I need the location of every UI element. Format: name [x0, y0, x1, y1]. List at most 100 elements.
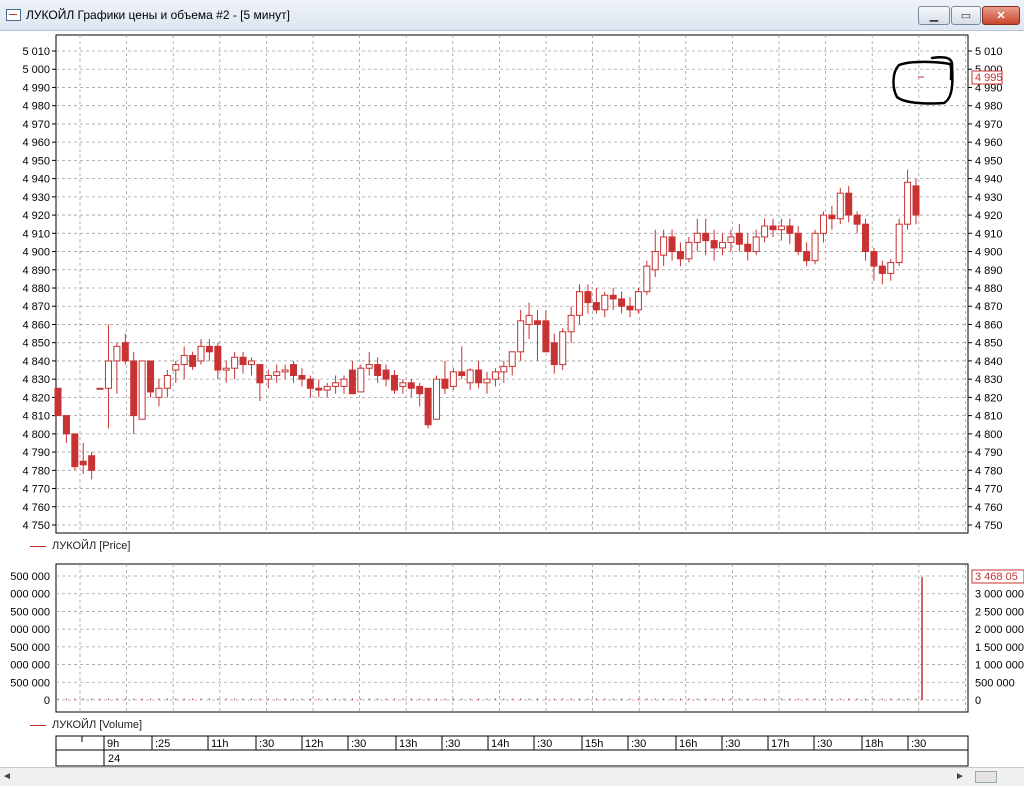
candle[interactable] [382, 364, 390, 387]
candle[interactable] [475, 360, 483, 389]
candle[interactable] [483, 371, 491, 394]
candle[interactable] [803, 242, 811, 267]
candle[interactable] [559, 328, 567, 371]
candle[interactable] [794, 226, 802, 256]
candle[interactable] [357, 364, 365, 393]
candle[interactable] [567, 306, 575, 343]
candle[interactable] [811, 229, 819, 265]
volume-legend[interactable]: ЛУКОЙЛ [Volume] [30, 719, 142, 731]
candle[interactable] [71, 433, 79, 471]
candle[interactable] [786, 218, 794, 245]
candle[interactable] [155, 379, 163, 407]
candle-body [828, 214, 836, 220]
candle[interactable] [862, 218, 870, 261]
candle[interactable] [626, 297, 634, 318]
candle[interactable] [912, 178, 920, 225]
candle[interactable] [660, 229, 668, 267]
candle[interactable] [458, 346, 466, 380]
candle[interactable] [853, 211, 861, 234]
candle[interactable] [365, 351, 373, 376]
candle[interactable] [685, 236, 693, 263]
candle[interactable] [819, 211, 827, 243]
candle[interactable] [744, 233, 752, 261]
candle[interactable] [348, 360, 356, 395]
candle[interactable] [247, 357, 255, 376]
candle[interactable] [533, 309, 541, 361]
candle[interactable] [508, 351, 516, 376]
candle[interactable] [668, 229, 676, 261]
candle[interactable] [576, 284, 584, 325]
candle[interactable] [138, 360, 146, 420]
candle[interactable] [634, 288, 642, 314]
candle[interactable] [79, 442, 87, 474]
price-legend[interactable]: ЛУКОЙЛ [Price] [30, 540, 130, 552]
scroll-left-arrow-icon[interactable]: ◄ [2, 771, 12, 782]
candle[interactable] [895, 218, 903, 267]
candle[interactable] [735, 224, 743, 252]
candle[interactable] [836, 187, 844, 225]
candle[interactable] [676, 242, 684, 267]
candle[interactable] [828, 205, 836, 230]
candle[interactable] [239, 351, 247, 374]
candle[interactable] [710, 229, 718, 261]
candle[interactable] [340, 375, 348, 394]
candle[interactable] [592, 288, 600, 314]
candle[interactable] [878, 260, 886, 285]
candle-body [819, 214, 827, 234]
candle[interactable] [306, 375, 314, 398]
candle[interactable] [323, 382, 331, 398]
candle[interactable] [399, 379, 407, 394]
candle[interactable] [390, 370, 398, 394]
candle[interactable] [281, 364, 289, 380]
scroll-right-arrow-icon[interactable]: ► [955, 771, 965, 782]
candle[interactable] [693, 218, 701, 252]
candle-body [845, 192, 853, 216]
candle[interactable] [769, 218, 777, 237]
candle-body [290, 364, 298, 377]
scrollbar-thumb[interactable] [975, 771, 997, 783]
candle[interactable] [62, 415, 70, 443]
candle[interactable] [113, 342, 121, 394]
candle[interactable] [845, 185, 853, 223]
candle[interactable] [887, 258, 895, 281]
candle[interactable] [407, 379, 415, 398]
candle[interactable] [416, 382, 424, 407]
candle[interactable] [88, 452, 96, 480]
candle[interactable] [643, 260, 651, 296]
candle[interactable] [584, 284, 592, 314]
candle[interactable] [180, 346, 188, 380]
candle[interactable] [517, 309, 525, 361]
candle[interactable] [197, 339, 205, 365]
volume-bars[interactable] [57, 577, 923, 700]
candle[interactable] [424, 387, 432, 429]
candle[interactable] [298, 368, 306, 387]
candle[interactable] [441, 360, 449, 394]
candle[interactable] [433, 375, 441, 420]
candle[interactable] [702, 218, 710, 256]
candle[interactable] [550, 333, 558, 374]
candle[interactable] [332, 375, 340, 394]
candle[interactable] [147, 360, 155, 398]
candle[interactable] [189, 351, 197, 371]
candle[interactable] [315, 379, 323, 398]
candle[interactable] [273, 364, 281, 383]
candle[interactable] [525, 302, 533, 340]
candle[interactable] [601, 291, 609, 318]
candle[interactable] [449, 368, 457, 391]
candle[interactable] [231, 351, 239, 380]
candle[interactable] [121, 333, 129, 365]
candle[interactable] [130, 351, 138, 434]
candle[interactable] [104, 324, 112, 429]
candle[interactable] [54, 387, 62, 417]
candle[interactable] [651, 229, 659, 278]
candle[interactable] [96, 387, 104, 390]
candle[interactable] [761, 218, 769, 243]
candle[interactable] [256, 364, 264, 402]
candle[interactable] [466, 368, 474, 391]
candle[interactable] [491, 368, 499, 387]
candle[interactable] [618, 291, 626, 314]
horizontal-scrollbar[interactable]: ◄ ► [0, 767, 1024, 786]
candle[interactable] [542, 309, 550, 353]
candle[interactable] [163, 370, 171, 398]
price-tick-label-left: 4 870 [22, 301, 50, 313]
